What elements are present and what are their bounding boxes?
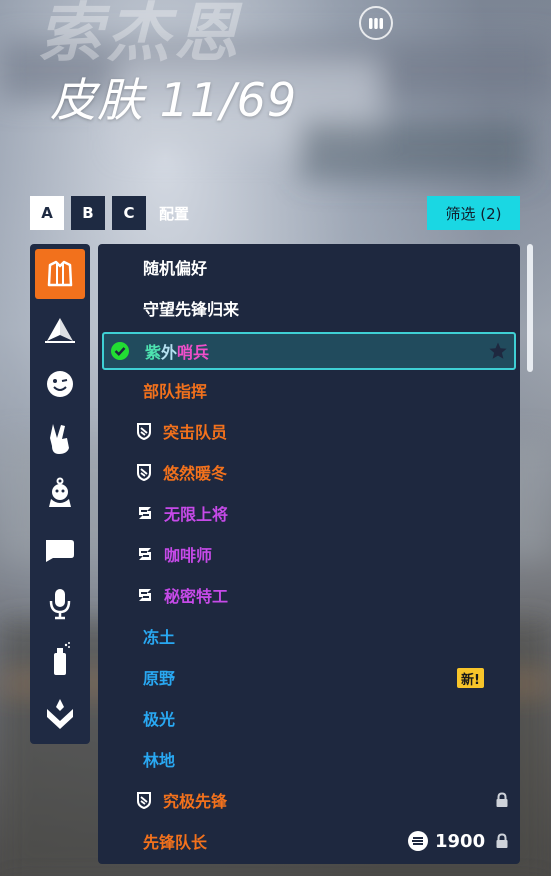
intro-highlight-icon [46,540,74,562]
spray-wings-icon [45,318,75,343]
loadout-b-button[interactable]: B [71,196,105,230]
outfit-icon [47,260,73,287]
list-scrollbar[interactable] [527,244,533,372]
skin-name: 林地 [143,751,176,770]
loadout-selector: A B C 配置 [30,196,189,230]
loadout-a-button[interactable]: A [30,196,64,230]
category-outfit[interactable] [35,249,85,299]
favorite-star-icon[interactable] [488,341,508,361]
category-souvenir[interactable] [35,469,85,519]
credits-icon [408,831,428,851]
check-icon [111,342,129,360]
list-item[interactable]: 究极先锋 [98,781,520,819]
skin-name: 随机偏好 [143,259,208,278]
hero-name: 索杰恩 [38,0,242,71]
list-item-selected[interactable]: 紫外哨兵 [102,332,516,370]
battle-pass-icon [137,423,151,440]
list-item[interactable]: 冻土 [98,617,520,655]
list-item[interactable]: 无限上将 [98,494,520,532]
list-item[interactable]: 原野 新! [98,658,520,696]
skin-name: 先锋队长 [143,833,208,852]
spray-can-icon [54,642,70,675]
list-item[interactable]: 先锋队长 1900 [98,822,520,860]
skin-counter: 皮肤 11/69 [50,64,297,130]
loadout-label: 配置 [159,204,190,223]
list-item[interactable]: 极光 [98,699,520,737]
skin-name: 紫外哨兵 [145,343,210,362]
skin-name: 冻土 [143,628,176,647]
hero-header: 索杰恩 [38,2,242,66]
skin-name: 究极先锋 [163,792,228,811]
list-item[interactable]: 悠然暖冬 [98,453,520,491]
filter-button[interactable]: 筛选 (2) [427,196,520,230]
skin-name: 咖啡师 [164,546,213,565]
skin-name: 原野 [143,669,176,688]
category-weapon-charm[interactable] [35,689,85,739]
lock-icon [496,833,508,848]
category-emote[interactable] [35,359,85,409]
battle-pass-icon [137,792,151,809]
list-item[interactable]: 部队指挥 [98,371,520,409]
category-highlight-intro[interactable] [35,524,85,574]
weapon-charm-icon [47,699,73,729]
ammo-icon [369,18,383,29]
skin-name: 守望先锋归来 [143,300,240,319]
souvenir-icon [49,477,71,507]
list-item[interactable]: 随机偏好 [98,248,520,286]
loadout-c-button[interactable]: C [112,196,146,230]
skin-list: 随机偏好 守望先锋归来 紫外哨兵 部队指挥 突击队员 悠然暖冬 无限上将 咖啡师… [98,244,520,864]
category-spray[interactable] [35,634,85,684]
skin-name: 秘密特工 [164,587,229,606]
skin-prefix: 皮肤 [50,73,144,127]
skin-name: 悠然暖冬 [163,464,228,483]
season-icon [139,548,151,560]
skin-name: 极光 [143,710,176,729]
category-voice-line[interactable] [35,579,85,629]
hero-info-button[interactable] [359,6,393,40]
skin-name: 无限上将 [164,505,229,524]
category-spray-wings[interactable] [35,305,85,355]
list-item[interactable]: 突击队员 [98,412,520,450]
victory-pose-icon [50,424,69,454]
skin-name: 部队指挥 [143,382,208,401]
skin-name: 突击队员 [163,423,228,442]
price-tag: 1900 [407,830,485,852]
price-value: 1900 [435,830,486,852]
category-sidebar [30,244,90,744]
battle-pass-icon [137,464,151,481]
new-badge: 新! [457,668,484,688]
list-item[interactable]: 秘密特工 [98,576,520,614]
lock-icon [496,792,508,807]
season-icon [139,589,151,601]
list-item[interactable]: 守望先锋归来 [98,289,520,327]
list-item[interactable]: 林地 [98,740,520,778]
voice-line-icon [49,589,71,620]
skin-count: 11/69 [159,73,298,127]
emote-icon [47,371,73,397]
list-item[interactable]: 咖啡师 [98,535,520,573]
season-icon [139,507,151,519]
category-victory-pose[interactable] [35,414,85,464]
